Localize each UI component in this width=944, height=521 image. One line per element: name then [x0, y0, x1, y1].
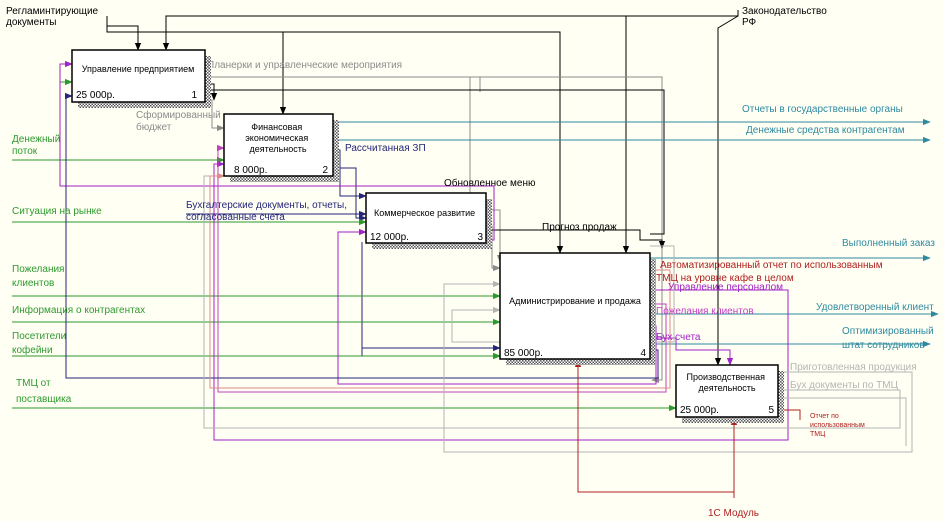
box-2-cost: 8 000р.	[234, 165, 267, 176]
box-1-cost: 25 000р.	[76, 90, 115, 101]
label-market: Ситуация на рынке	[12, 206, 102, 217]
box-3-commercial[interactable]: Коммерческое развитие 12 000р. 3	[365, 192, 492, 249]
box-2-number: 2	[322, 165, 328, 176]
box-3-number: 3	[477, 232, 483, 243]
label-acc-docs: Бухгалтерские документы, отчеты, согласо…	[186, 200, 350, 223]
label-calc-salary: Рассчитанная ЗП	[345, 143, 426, 154]
label-completed-order: Выполненный заказ	[842, 238, 935, 249]
label-staff-mgmt: Управление персоналом	[668, 282, 783, 293]
label-client-wishes-out: Пожелания клиентов	[656, 306, 754, 317]
label-visitors: Посетители кофейни	[12, 331, 69, 356]
box-4-title: Администрирование и продажа	[509, 296, 641, 306]
arrow-green-b1	[59, 78, 73, 96]
label-satisfied-client: Удовлетворенный клиент	[816, 302, 934, 313]
box-4-cost: 85 000р.	[504, 348, 543, 359]
label-updated-menu: Обновленное меню	[444, 177, 536, 189]
label-prepared-products: Приготовленная продукция	[790, 362, 917, 373]
box-4-number: 4	[640, 348, 646, 359]
box-1-number: 1	[191, 90, 197, 101]
label-contractor-info: Информация о контрагентах	[12, 304, 145, 316]
arrow-reg-docs-main	[106, 16, 142, 51]
box-2-title-2: экономическая	[245, 133, 308, 143]
label-auto-report: Автоматизированный отчет по использованн…	[656, 260, 885, 284]
box-5-number: 5	[768, 405, 774, 416]
label-money-contractors: Денежные средства контрагентам	[746, 125, 905, 136]
svg-text:Финансовая экономическ: Финансовая экономическая деятельность	[245, 122, 311, 154]
label-optimized-staff: Оптимизированный штат сотрудников	[842, 326, 936, 351]
label-meetings: Планерки и управленческие мероприятия	[207, 60, 402, 71]
label-report-used-tmc: Отчет по использованным ТМЦ	[810, 413, 867, 438]
box-1-management[interactable]: Управление предприятием 25 000р. 1	[71, 49, 211, 108]
arrow-acc-docs-b4b	[361, 348, 501, 360]
label-budget: Сформированный бюджет	[136, 109, 224, 133]
arrow-acc-docs-b4	[361, 242, 501, 352]
label-tmc-supplier: ТМЦ от поставщика	[16, 378, 72, 405]
label-bills: Бух счета	[656, 332, 701, 343]
box-1-title: Управление предприятием	[82, 64, 195, 74]
box-3-cost: 12 000р.	[370, 232, 409, 243]
box-5-title-2: деятельность	[698, 383, 755, 393]
label-reports-gov: Отчеты в государственные органы	[742, 104, 903, 115]
label-1c-module: 1С Модуль	[708, 508, 759, 519]
box-2-title-1: Финансовая	[251, 122, 302, 132]
box-5-title-1: Производственная	[686, 372, 765, 382]
label-acc-docs-tmc: Бух документы по ТМЦ	[790, 380, 899, 391]
arrow-law-main	[162, 10, 739, 51]
box-2-finance[interactable]: Финансовая экономическая деятельность 8 …	[223, 113, 339, 182]
box-5-cost: 25 000р.	[680, 405, 719, 416]
svg-text:Управление предприятием: Управление предприятием	[82, 64, 195, 74]
label-reg-docs: Регламинтирующие документы	[6, 6, 101, 28]
box-4-administration[interactable]: Администрирование и продажа 85 000р. 4	[499, 252, 656, 365]
box-2-title-3: деятельность	[249, 144, 306, 154]
box-3-title: Коммерческое развитие	[374, 208, 475, 218]
label-sales-forecast: Прогноз продаж	[542, 222, 617, 233]
label-law: Законодательство РФ	[742, 6, 830, 28]
box-5-production[interactable]: Производственная деятельность 25 000р. 5	[675, 364, 784, 423]
idef0-diagram: Управление предприятием 25 000р. 1 Финан…	[6, 6, 939, 519]
label-cash-flow: Денежный поток	[12, 134, 63, 157]
label-client-wishes: Пожелания клиентов	[12, 264, 67, 289]
svg-text:Производственная деяте: Производственная деятельность	[686, 372, 767, 393]
